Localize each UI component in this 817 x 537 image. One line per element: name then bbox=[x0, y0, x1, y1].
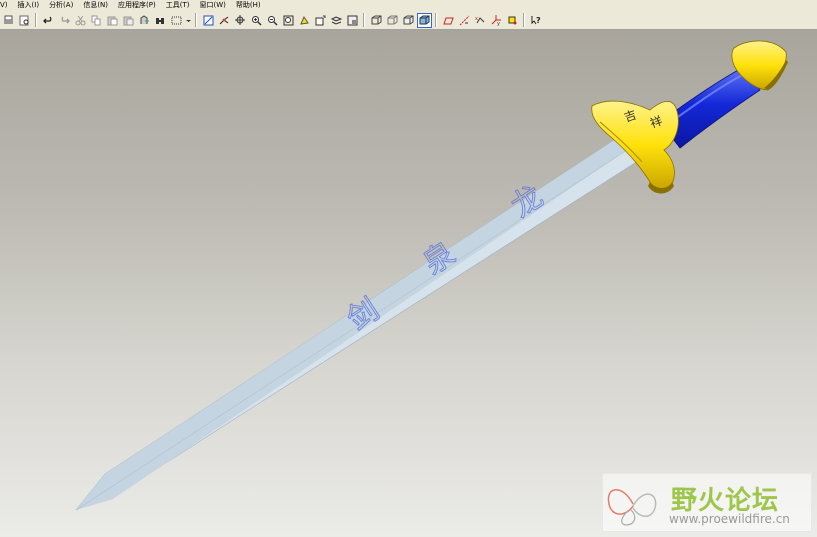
orient-icon[interactable] bbox=[234, 14, 247, 27]
no-hidden-icon[interactable] bbox=[402, 14, 415, 27]
toolbar-separator bbox=[35, 13, 37, 27]
reorient-icon[interactable] bbox=[298, 14, 311, 27]
print-icon[interactable] bbox=[2, 14, 15, 27]
blade-engraving: 龙 泉 剑 bbox=[341, 179, 550, 339]
toolbar-separator bbox=[363, 13, 365, 27]
menu-bar: V) 插入(I) 分析(A) 信息(N) 应用程序(P) 工具(T) 窗口(W)… bbox=[0, 0, 817, 11]
spin-center-display-icon[interactable] bbox=[506, 14, 519, 27]
datum-points-icon[interactable]: x bbox=[474, 14, 487, 27]
butterfly-logo-icon bbox=[607, 489, 657, 526]
svg-text:?: ? bbox=[536, 16, 541, 25]
forum-watermark: 野火论坛 www.proewildfire.cn bbox=[602, 473, 812, 532]
layers-icon[interactable] bbox=[330, 14, 343, 27]
regenerate-icon[interactable] bbox=[138, 14, 151, 27]
toolbar-separator bbox=[195, 13, 197, 27]
menu-analysis[interactable]: 分析(A) bbox=[49, 0, 73, 11]
cut-icon[interactable] bbox=[74, 14, 87, 27]
context-help-icon[interactable]: ? bbox=[530, 14, 543, 27]
chevron-down-icon[interactable] bbox=[185, 14, 191, 27]
zoom-out-icon[interactable] bbox=[266, 14, 279, 27]
menu-window[interactable]: 窗口(W) bbox=[199, 0, 225, 11]
redraw-icon[interactable] bbox=[202, 14, 215, 27]
toolbar: x y ? bbox=[0, 11, 817, 30]
datum-axes-icon[interactable] bbox=[458, 14, 471, 27]
sword-model[interactable]: 龙 泉 剑 吉 祥 bbox=[0, 30, 817, 537]
toolbar-separator bbox=[435, 13, 437, 27]
wireframe-icon[interactable] bbox=[370, 14, 383, 27]
menu-insert[interactable]: 插入(I) bbox=[18, 0, 40, 11]
paste-icon[interactable] bbox=[106, 14, 119, 27]
menu-tools[interactable]: 工具(T) bbox=[166, 0, 190, 11]
find-icon[interactable] bbox=[154, 14, 167, 27]
coordinate-systems-icon[interactable]: y bbox=[490, 14, 503, 27]
menu-info[interactable]: 信息(N) bbox=[83, 0, 108, 11]
copy-icon[interactable] bbox=[90, 14, 103, 27]
redo-icon[interactable] bbox=[58, 14, 71, 27]
refit-icon[interactable] bbox=[282, 14, 295, 27]
model-display-icon[interactable] bbox=[346, 14, 359, 27]
paste-special-icon[interactable] bbox=[122, 14, 135, 27]
svg-text:y: y bbox=[497, 21, 500, 26]
select-box-icon[interactable] bbox=[170, 14, 183, 27]
menu-view[interactable]: V) bbox=[0, 0, 8, 11]
hidden-line-icon[interactable] bbox=[386, 14, 399, 27]
spin-center-icon[interactable] bbox=[218, 14, 231, 27]
undo-icon[interactable] bbox=[42, 14, 55, 27]
svg-text:x: x bbox=[475, 16, 478, 22]
graphics-window[interactable]: 龙 泉 剑 吉 祥 野火论坛 www.proewildfire.cn bbox=[0, 30, 817, 537]
datum-planes-icon[interactable] bbox=[442, 14, 455, 27]
zoom-in-icon[interactable] bbox=[250, 14, 263, 27]
menu-help[interactable]: 帮助(H) bbox=[236, 0, 261, 11]
saved-views-icon[interactable] bbox=[314, 14, 327, 27]
menu-applications[interactable]: 应用程序(P) bbox=[118, 0, 156, 11]
toolbar-separator bbox=[523, 13, 525, 27]
watermark-url: www.proewildfire.cn bbox=[669, 512, 790, 526]
print-preview-icon[interactable] bbox=[18, 14, 31, 27]
shading-icon[interactable] bbox=[416, 12, 432, 28]
